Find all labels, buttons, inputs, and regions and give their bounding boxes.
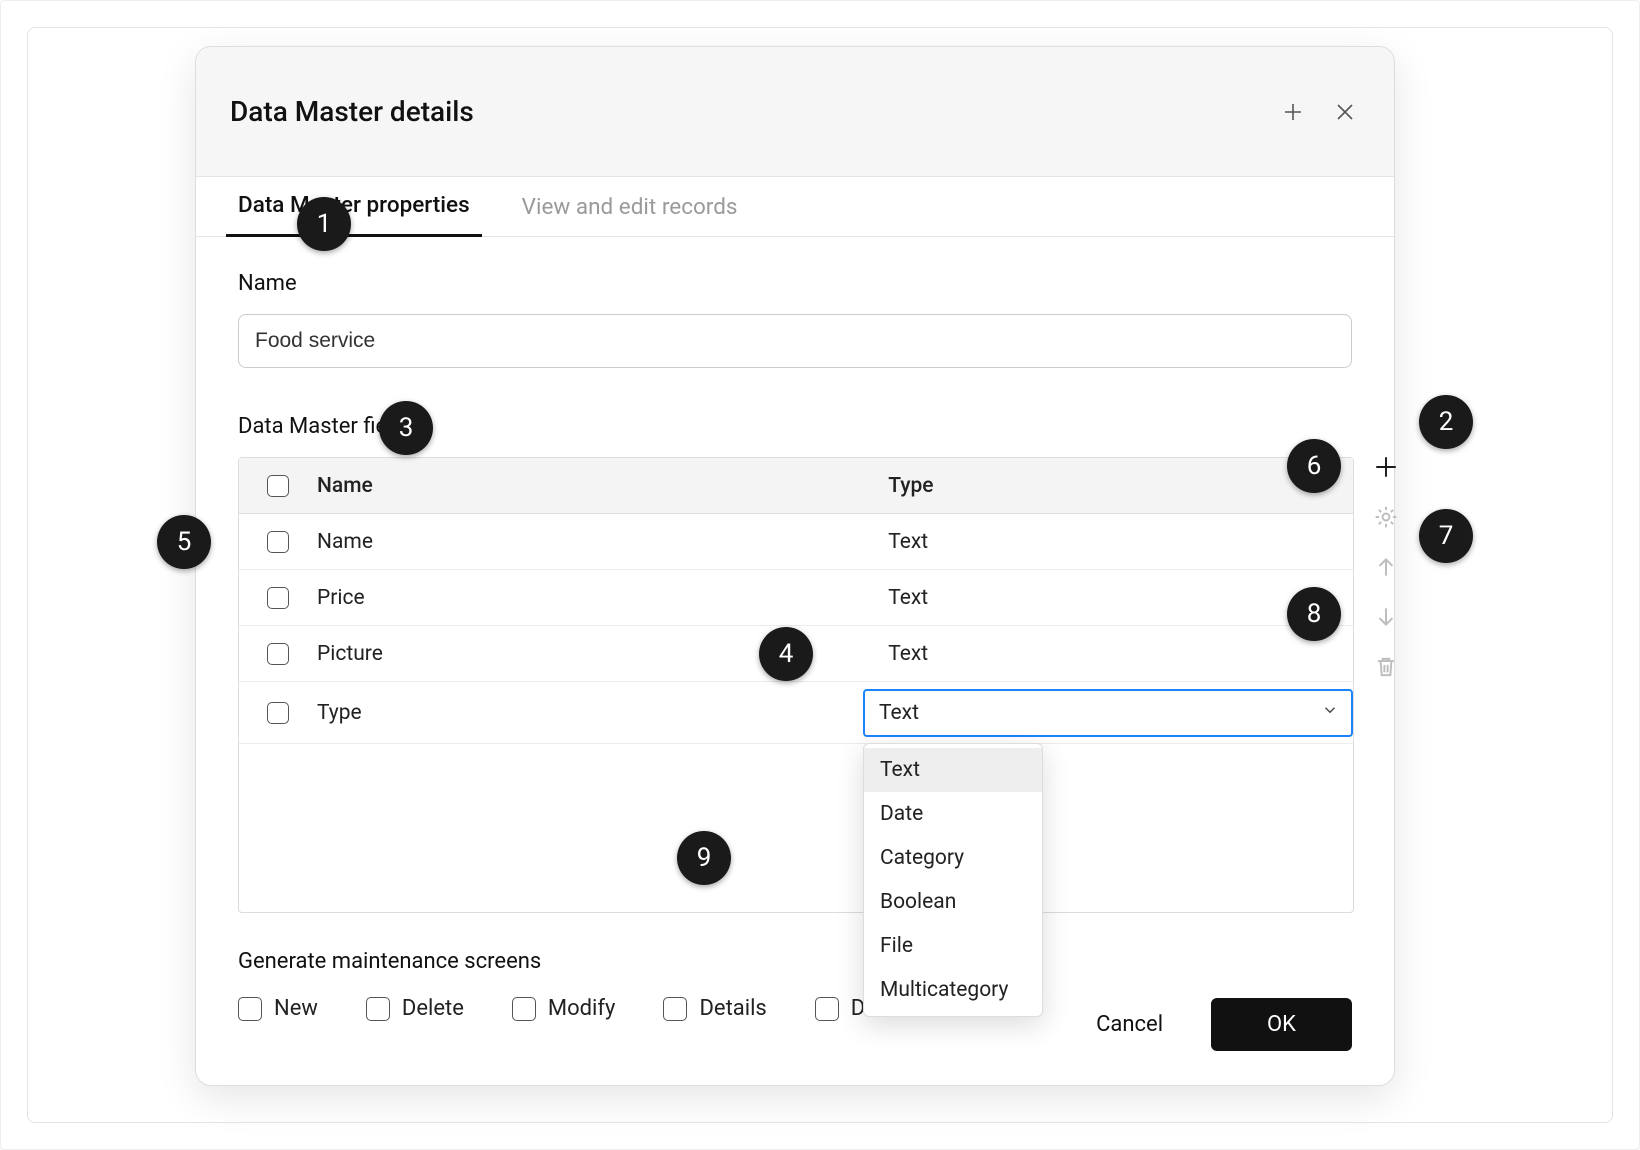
maintenance-option-truncated[interactable]: D — [815, 996, 865, 1021]
field-name[interactable]: Name — [317, 530, 888, 554]
checkbox[interactable] — [366, 997, 390, 1021]
checkbox[interactable] — [512, 997, 536, 1021]
move-down-icon[interactable] — [1372, 603, 1400, 631]
table-row[interactable]: Price Text — [239, 570, 1353, 626]
chevron-down-icon — [1321, 701, 1339, 725]
callout-marker: 5 — [157, 515, 211, 569]
tabs: Data Master properties View and edit rec… — [196, 177, 1394, 237]
move-up-icon[interactable] — [1372, 553, 1400, 581]
dropdown-option[interactable]: Text — [864, 748, 1042, 792]
name-label: Name — [238, 271, 1352, 296]
table-header-row: Name Type — [239, 458, 1353, 514]
dialog-title: Data Master details — [230, 95, 474, 128]
checkbox[interactable] — [663, 997, 687, 1021]
row-checkbox[interactable] — [267, 531, 289, 553]
gear-icon[interactable] — [1372, 503, 1400, 531]
select-all-checkbox[interactable] — [267, 475, 289, 497]
ok-button[interactable]: OK — [1211, 998, 1352, 1051]
add-field-icon[interactable] — [1372, 453, 1400, 481]
column-name: Name — [317, 474, 888, 498]
callout-marker: 1 — [297, 197, 351, 251]
callout-marker: 3 — [379, 401, 433, 455]
add-icon[interactable] — [1278, 97, 1308, 127]
callout-marker: 6 — [1287, 439, 1341, 493]
callout-marker: 9 — [677, 831, 731, 885]
dropdown-option[interactable]: File — [864, 924, 1042, 968]
table-row[interactable]: Name Text — [239, 514, 1353, 570]
checkbox[interactable] — [238, 997, 262, 1021]
table-empty-space — [239, 744, 1353, 912]
dialog-data-master-details: Data Master details Data Master properti… — [195, 46, 1395, 1086]
callout-marker: 4 — [759, 627, 813, 681]
close-icon[interactable] — [1330, 97, 1360, 127]
fields-table: Name Type Name Text Price Text — [238, 457, 1354, 913]
maintenance-option-modify[interactable]: Modify — [512, 996, 616, 1021]
maintenance-label: Generate maintenance screens — [238, 949, 1352, 974]
callout-marker: 8 — [1287, 587, 1341, 641]
field-type[interactable]: Text — [888, 586, 1353, 610]
delete-icon[interactable] — [1372, 653, 1400, 681]
maintenance-option-new[interactable]: New — [238, 996, 318, 1021]
name-input[interactable] — [238, 314, 1352, 368]
type-dropdown: Text Date Category Boolean File Multicat… — [863, 743, 1043, 1017]
field-type-value: Text — [879, 701, 919, 725]
column-type: Type — [888, 474, 1353, 498]
row-checkbox[interactable] — [267, 643, 289, 665]
row-checkbox[interactable] — [267, 587, 289, 609]
field-name[interactable]: Price — [317, 586, 888, 610]
tab-properties[interactable]: Data Master properties — [226, 174, 482, 237]
maintenance-option-details[interactable]: Details — [663, 996, 766, 1021]
field-name[interactable]: Type — [317, 701, 875, 725]
field-type[interactable]: Text — [888, 530, 1353, 554]
maintenance-option-delete[interactable]: Delete — [366, 996, 464, 1021]
dropdown-option[interactable]: Category — [864, 836, 1042, 880]
dropdown-option[interactable]: Date — [864, 792, 1042, 836]
tab-records[interactable]: View and edit records — [510, 176, 750, 236]
callout-marker: 7 — [1419, 509, 1473, 563]
field-type[interactable]: Text — [888, 642, 1353, 666]
dropdown-option[interactable]: Multicategory — [864, 968, 1042, 1012]
cancel-button[interactable]: Cancel — [1078, 1000, 1181, 1049]
table-row[interactable]: Type Text Text Date Categ — [239, 682, 1353, 744]
dropdown-option[interactable]: Boolean — [864, 880, 1042, 924]
field-tools — [1366, 449, 1406, 681]
callout-marker: 2 — [1419, 395, 1473, 449]
row-checkbox[interactable] — [267, 702, 289, 724]
dialog-header: Data Master details — [196, 47, 1394, 177]
field-type-select[interactable]: Text — [863, 689, 1353, 737]
checkbox[interactable] — [815, 997, 839, 1021]
